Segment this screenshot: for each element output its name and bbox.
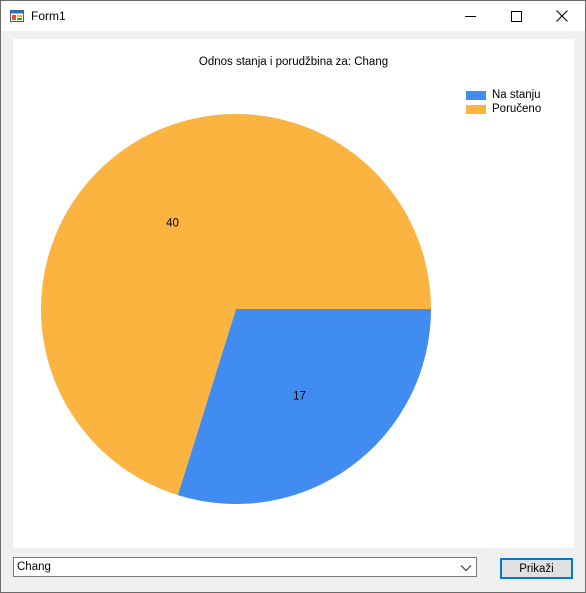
- legend-label-in-stock: Na stanju: [492, 89, 541, 101]
- window-title: Form1: [31, 9, 66, 23]
- legend-swatch-in-stock: [466, 90, 486, 100]
- title-bar[interactable]: Form1: [1, 1, 585, 31]
- chart-legend: Na stanju Poručeno: [466, 88, 541, 116]
- maximize-button[interactable]: [493, 1, 539, 31]
- show-button[interactable]: Prikaži: [500, 558, 573, 579]
- close-button[interactable]: [539, 1, 585, 31]
- show-button-label: Prikaži: [519, 562, 554, 575]
- close-icon: [556, 10, 568, 22]
- legend-item-in-stock: Na stanju: [466, 88, 541, 102]
- form-app-icon: [10, 10, 24, 22]
- legend-swatch-ordered: [466, 104, 486, 114]
- pie-label-in-stock: 17: [293, 390, 306, 402]
- minimize-icon: [464, 15, 476, 17]
- legend-item-ordered: Poručeno: [466, 102, 541, 116]
- minimize-button[interactable]: [447, 1, 493, 31]
- legend-label-ordered: Poručeno: [492, 103, 542, 115]
- chart-area: Odnos stanja i porudžbina za: Chang 17 40…: [13, 39, 574, 548]
- pie-label-ordered: 40: [166, 218, 179, 230]
- app-window: Form1 Odnos stanja i porudžbina za: Chan…: [0, 0, 586, 593]
- product-select[interactable]: Chang: [13, 557, 477, 577]
- maximize-icon: [510, 10, 522, 22]
- product-select-value: Chang: [17, 561, 51, 573]
- chevron-down-icon[interactable]: [460, 563, 472, 573]
